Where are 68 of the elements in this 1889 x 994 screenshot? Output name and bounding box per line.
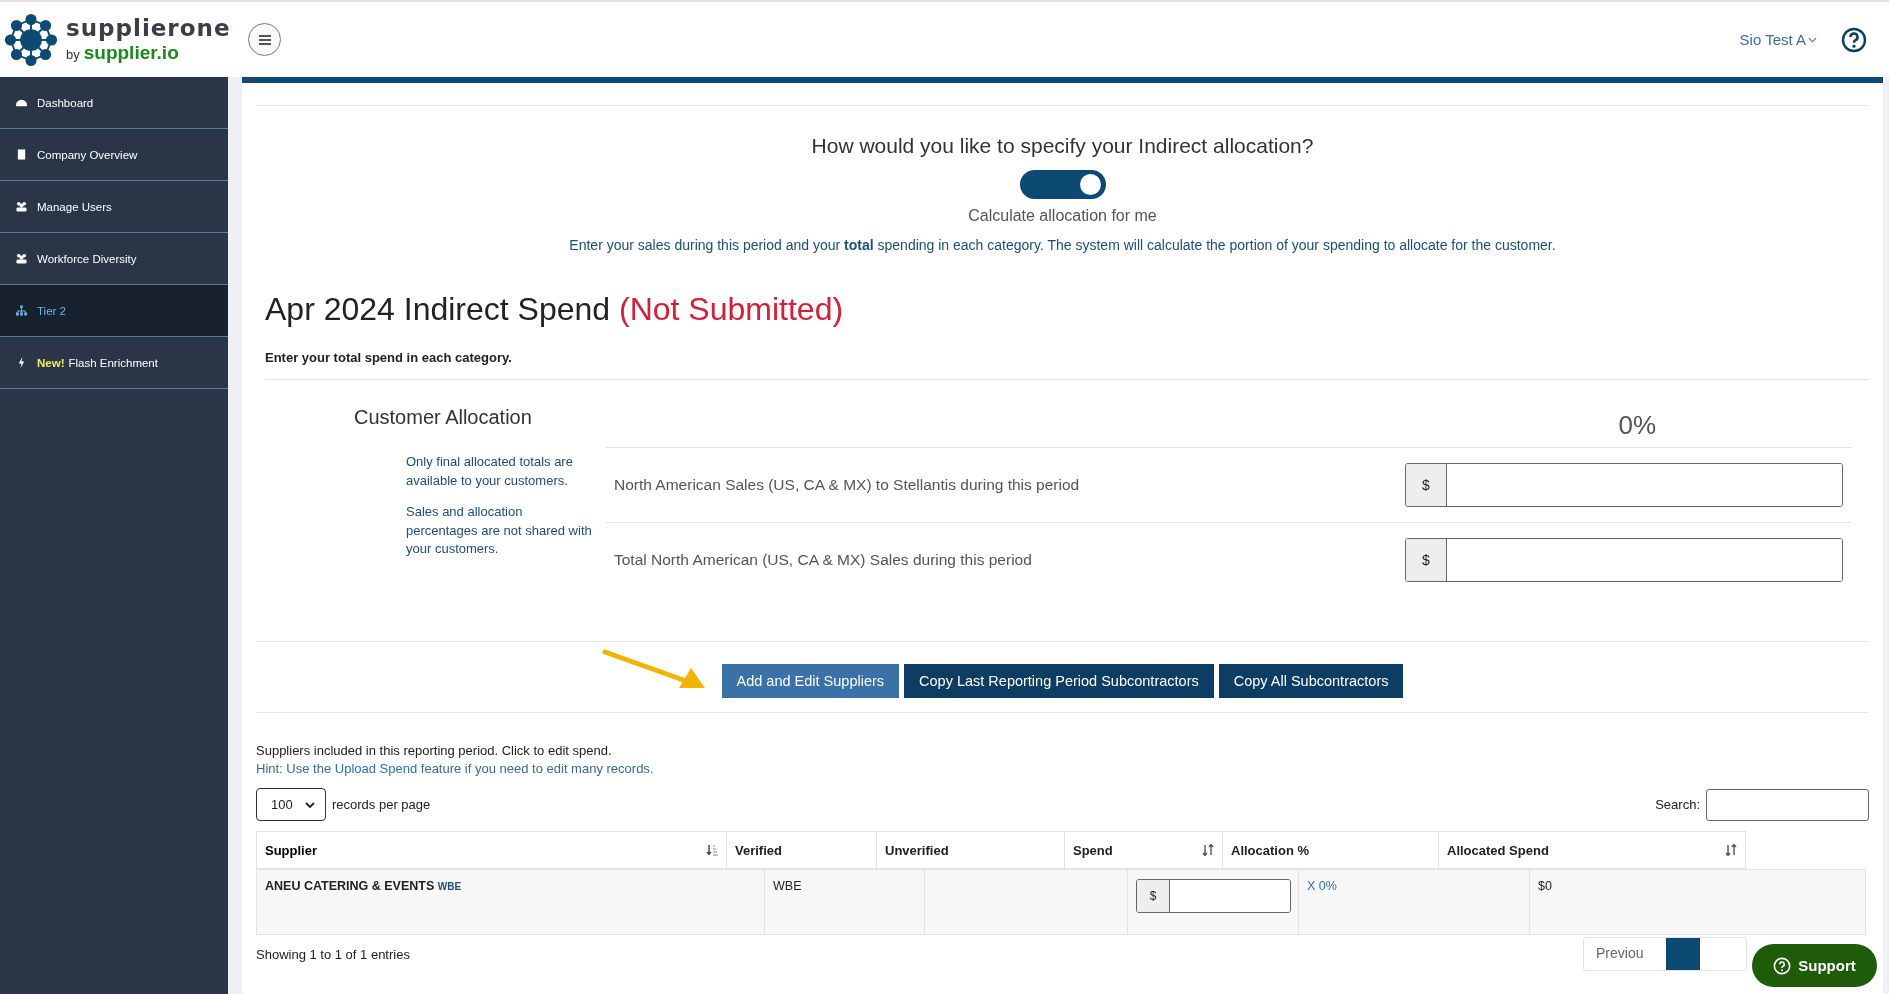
menu-icon [257,33,272,46]
building-icon [16,149,27,160]
sidebar-label: Manage Users [37,200,112,213]
sort-icon[interactable] [706,844,718,856]
column-header[interactable]: Allocation % [1222,831,1438,869]
users-icon [16,253,27,264]
sort-icon[interactable] [1202,844,1214,856]
instruction-text: Enter your total spend in each category. [265,350,1869,380]
column-header[interactable]: Spend [1064,831,1222,869]
sidebar-label: Tier 2 [37,304,66,317]
brand-name: supplierone [66,17,231,40]
action-button[interactable]: Add and Edit Suppliers [721,664,900,698]
brand-domain: supplier.io [83,43,179,62]
hint-text: Hint: Use the Upload Spend feature if you need to edit many records. [256,761,655,776]
note-text: Only final allocated totals are available to your customers. [406,453,574,490]
note-text: Sales and allocation percentages are not shared with your customers. [406,502,593,559]
intro-text: Suppliers included in this reporting period. Click to edit spend. [256,743,613,758]
column-header[interactable]: Allocated Spend [1438,831,1746,869]
action-button[interactable]: Copy All Subcontractors [1218,664,1404,698]
brand-by: by [66,48,80,61]
period-title: Apr 2024 Indirect Spend [265,291,611,327]
toggle-label: Calculate allocation for me [967,207,1158,225]
gauge-icon [16,97,27,108]
table-cell: ANEU CATERING & EVENTS WBE [257,870,765,934]
caret-icon [305,801,315,808]
new-label: New! [37,356,65,369]
help-icon [1773,956,1792,975]
action-button[interactable]: Copy Last Reporting Period Subcontractors [904,664,1214,698]
sidebar-item[interactable]: Company Overview [0,129,228,181]
sitemap-icon [16,305,27,316]
amount-field[interactable]: $ [1405,463,1843,507]
table-cell-text: $0 [1537,878,1553,895]
allocation-percent: 0% [1618,410,1656,441]
page-size-label: records per page [332,797,431,812]
field-label: Total North American (US, CA & MX) Sales during this period [614,551,1032,569]
section-title: Customer Allocation [354,406,532,430]
sidebar-label: Flash Enrichment [68,356,158,369]
sort-icon[interactable] [1725,844,1737,856]
allocation-description: Enter your sales during this period and your total spending in each category. The system will calculate the portion of your spending to allocate for the customer. [568,237,1557,253]
sidebar-item[interactable]: Manage Users [0,181,228,233]
entries-summary: Showing 1 to 1 of 1 entries [256,946,410,962]
menu-button[interactable] [248,23,281,56]
status-text: (Not Submitted) [619,291,844,327]
column-header[interactable]: Supplier [256,831,726,869]
caret-icon [1808,36,1817,43]
users-icon [16,201,27,212]
upload-spend-link[interactable]: Upload Spend [334,761,418,776]
sidebar-item[interactable]: Dashboard [0,77,228,129]
page-size-select[interactable]: 100 [256,788,326,821]
lightning-icon [16,357,27,368]
amount-field[interactable]: $ [1405,538,1843,582]
sidebar-label: Company Overview [37,148,138,161]
field-label: North American Sales (US, CA & MX) to Stellantis during this period [614,476,1080,494]
allocation-question: How would you like to specify your Indirect allocation? [810,134,1315,158]
sidebar-item[interactable]: Tier 2 [0,285,228,337]
help-icon[interactable] [1841,26,1867,53]
table-cell: X 0% [1299,870,1530,934]
search-label: Search: [1655,797,1700,812]
spend-field[interactable]: $ [1136,879,1291,913]
toggle-switch[interactable] [1019,170,1106,199]
sidebar-label: Workforce Diversity [37,252,137,265]
column-header[interactable]: Unverified [876,831,1064,869]
sidebar-item[interactable]: New! Flash Enrichment [0,337,228,389]
user-menu[interactable]: Sio Test A [1733,30,1823,49]
table-cell: WBE [765,870,925,934]
search-field[interactable] [1706,788,1869,821]
sidebar-label: Dashboard [37,96,94,109]
support-button[interactable]: Support [1752,944,1877,987]
